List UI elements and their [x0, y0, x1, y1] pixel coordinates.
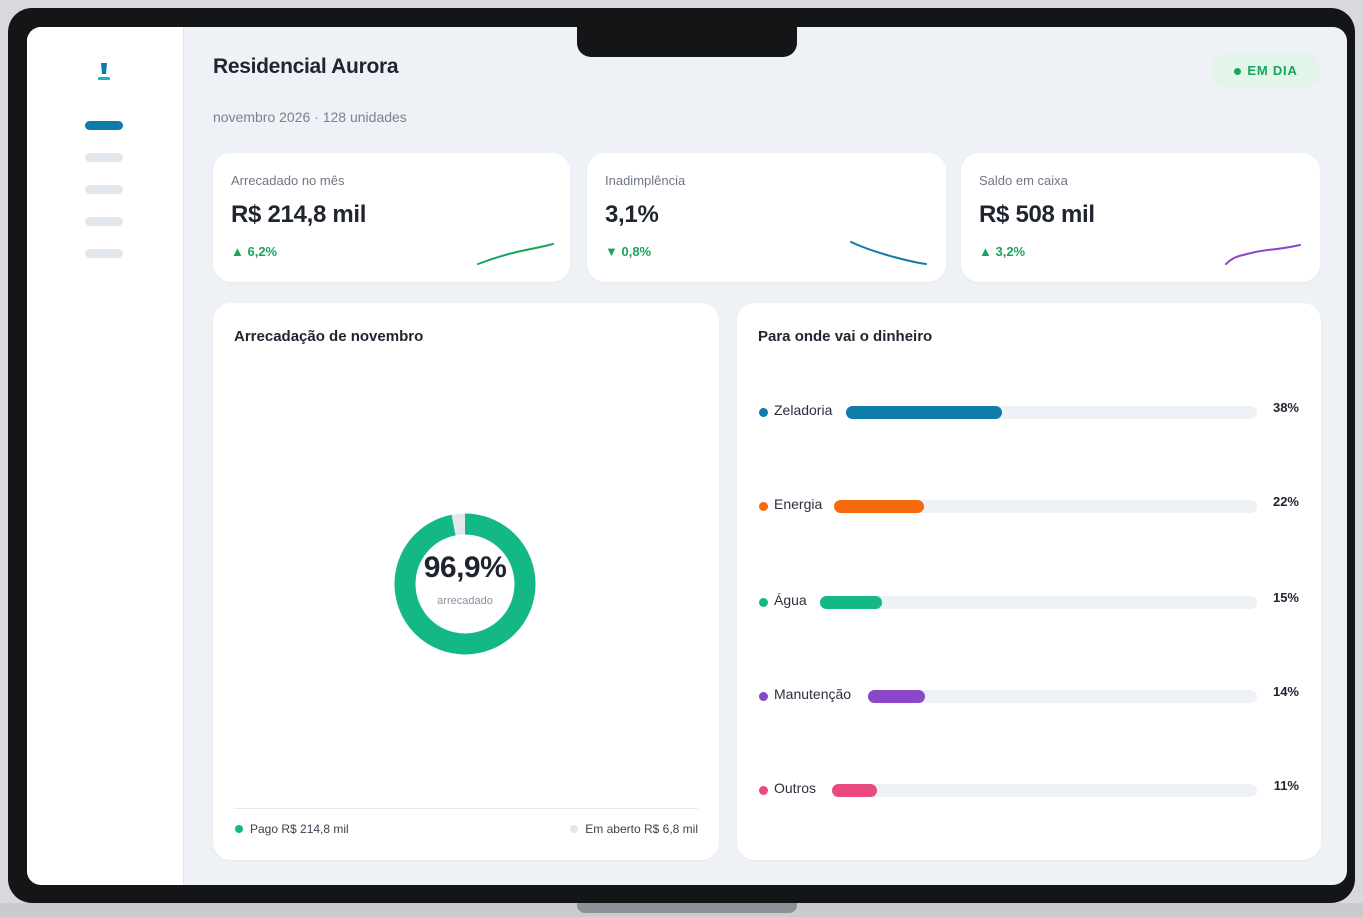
expense-bar-fill — [834, 500, 925, 513]
page-subtitle: novembro 2026 · 128 unidades — [213, 109, 407, 125]
collection-panel: Arrecadação de novembro 96,9% arrecadado… — [213, 303, 719, 860]
legend-paid-dot — [235, 825, 243, 833]
expense-percent: 11% — [1273, 778, 1299, 793]
sparkline-path — [850, 241, 927, 265]
expense-label: Outros — [774, 780, 817, 796]
legend-divider — [234, 808, 698, 809]
expense-color-dot — [759, 502, 768, 511]
expense-color-dot — [759, 598, 768, 607]
expense-color-dot — [759, 692, 768, 701]
device-foot — [577, 903, 797, 913]
legend-open: Em aberto R$ 6,8 mil — [570, 822, 698, 836]
kpi-label: Saldo em caixa — [979, 173, 1068, 188]
legend-paid: Pago R$ 214,8 mil — [235, 822, 349, 836]
sidebar-item-2[interactable] — [85, 153, 123, 162]
expense-color-dot — [759, 786, 768, 795]
kpi-card-delinquency: Inadimplência 3,1% ▼ 0,8% — [587, 153, 946, 282]
donut-percent: 96,9% — [423, 551, 507, 584]
panel-title: Para onde vai o dinheiro — [758, 328, 933, 345]
sparkline-path — [1225, 244, 1301, 265]
page-title: Residencial Aurora — [213, 55, 399, 78]
status-dot-icon — [1234, 67, 1242, 75]
expense-label: Energia — [774, 496, 823, 512]
kpi-delta: ▲ 3,2% — [979, 244, 1026, 259]
kpi-value: 3,1% — [605, 201, 659, 228]
sidebar — [27, 27, 184, 885]
kpi-card-cash-balance: Saldo em caixa R$ 508 mil ▲ 3,2% — [961, 153, 1320, 282]
expense-bar-track — [820, 596, 1257, 609]
kpi-value: R$ 508 mil — [979, 201, 1095, 228]
expense-row: Outros 11% — [759, 778, 1299, 800]
expense-label: Água — [774, 592, 807, 608]
expense-row: Energia 22% — [759, 494, 1299, 516]
kpi-value: R$ 214,8 mil — [231, 201, 367, 228]
kpi-delta: ▲ 6,2% — [231, 244, 278, 259]
brush-icon[interactable] — [97, 62, 111, 82]
expense-bar-fill — [846, 406, 1002, 419]
camera-notch — [577, 27, 797, 57]
status-badge-label: EM DIA — [1247, 62, 1298, 78]
kpi-delta: ▼ 0,8% — [605, 244, 652, 259]
expense-bar-track — [868, 690, 1257, 703]
collection-donut: 96,9% arrecadado — [394, 513, 536, 655]
expense-percent: 14% — [1272, 684, 1299, 699]
expense-color-dot — [759, 408, 768, 417]
expense-bar-track — [834, 500, 1257, 513]
kpi-label: Inadimplência — [605, 173, 686, 188]
expenses-panel: Para onde vai o dinheiro Zeladoria 38% Ene… — [737, 303, 1321, 860]
legend-open-label: Em aberto R$ 6,8 mil — [585, 822, 698, 836]
kpi-card-collected: Arrecadado no mês R$ 214,8 mil ▲ 6,2% — [213, 153, 570, 282]
expense-bar-fill — [820, 596, 882, 609]
expense-row: Zeladoria 38% — [759, 400, 1299, 422]
sidebar-item-3[interactable] — [85, 185, 123, 194]
expense-label: Zeladoria — [774, 402, 833, 418]
expense-percent: 38% — [1272, 400, 1299, 415]
expense-bar-track — [846, 406, 1257, 419]
expense-percent: 15% — [1272, 590, 1299, 605]
expense-bar-fill — [868, 690, 926, 703]
panel-title: Arrecadação de novembro — [234, 328, 424, 345]
status-badge: EM DIA — [1211, 52, 1321, 88]
kpi-label: Arrecadado no mês — [231, 173, 345, 188]
expense-percent: 22% — [1272, 494, 1299, 509]
expense-bar-fill — [832, 784, 878, 797]
sidebar-item-5[interactable] — [85, 249, 123, 258]
sidebar-item-4[interactable] — [85, 217, 123, 226]
kpi-sparkline — [850, 241, 927, 265]
kpi-sparkline — [477, 243, 554, 265]
kpi-sparkline — [1225, 244, 1301, 265]
expense-bar-track — [832, 784, 1257, 797]
main-content: Residencial Aurora novembro 2026 · 128 u… — [184, 27, 1347, 885]
expense-label: Manutenção — [774, 686, 852, 702]
sidebar-item-1[interactable] — [85, 121, 123, 130]
legend-paid-label: Pago R$ 214,8 mil — [250, 822, 349, 836]
legend-open-dot — [570, 825, 579, 833]
sparkline-path — [477, 243, 554, 265]
expense-row: Manutenção 14% — [759, 684, 1299, 706]
donut-caption: arrecadado — [437, 595, 493, 607]
expense-row: Água 15% — [759, 590, 1299, 612]
screen: Residencial Aurora novembro 2026 · 128 u… — [27, 27, 1347, 885]
